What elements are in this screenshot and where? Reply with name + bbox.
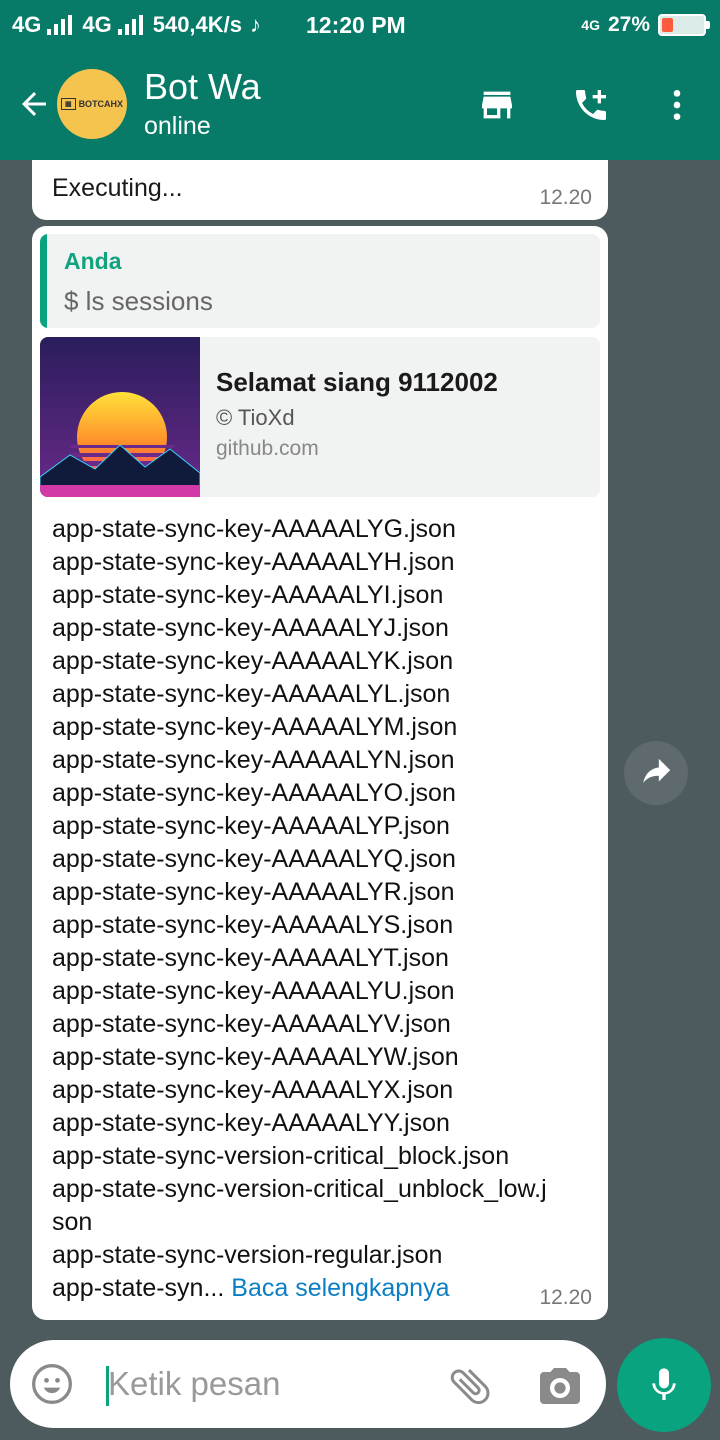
signal-icon — [47, 15, 73, 35]
message-line: app-state-sync-key-AAAAALYH.json — [52, 548, 455, 576]
mic-icon[interactable] — [617, 1338, 711, 1432]
message-line: app-state-sync-key-AAAAALYJ.json — [52, 614, 449, 642]
store-icon[interactable] — [472, 80, 522, 130]
message-line: app-state-sync-key-AAAAALYR.json — [52, 878, 455, 906]
quote-author: Anda — [64, 248, 122, 274]
message-bubble[interactable]: Executing... 12.20 — [32, 160, 608, 220]
battery-percent: 27% — [607, 13, 650, 36]
message-line: app-state-sync-version-critical_block.js… — [52, 1142, 510, 1170]
message-line: app-state-sync-key-AAAAALYW.json — [52, 1043, 459, 1071]
preview-description: © TioXd — [216, 405, 295, 430]
emoji-icon[interactable] — [30, 1362, 74, 1406]
battery-icon — [658, 14, 710, 36]
attach-icon[interactable] — [446, 1362, 494, 1410]
message-line: app-state-sync-key-AAAAALYO.json — [52, 779, 456, 807]
read-more-link[interactable]: Baca selengkapnya — [231, 1274, 449, 1302]
message-time: 12.20 — [539, 186, 592, 209]
battery-fill — [662, 18, 673, 32]
link-preview[interactable]: Selamat siang 9112002 © TioXd github.com — [40, 337, 600, 497]
message-text: app-state-sync-key-AAAAALYG.json app-stat… — [52, 513, 592, 1305]
network-label-1: 4G — [12, 12, 42, 37]
contact-name[interactable]: Bot Wa — [144, 66, 261, 108]
message-line: app-state-sync-key-AAAAALYI.json — [52, 581, 444, 609]
message-line: app-state-sync-key-AAAAALYS.json — [52, 911, 454, 939]
message-line: app-state-sync-version-regular.json — [52, 1241, 443, 1269]
chat-header: ▦ BOTCAHX Bot Wa online — [0, 50, 720, 160]
message-line: app-state-sync-key-AAAAALYN.json — [52, 746, 455, 774]
truncated-text: app-state-syn... — [52, 1274, 225, 1302]
quoted-message[interactable]: Anda $ ls sessions — [40, 234, 600, 328]
back-arrow-icon[interactable] — [12, 82, 56, 126]
add-call-icon[interactable] — [566, 80, 616, 130]
forward-icon[interactable] — [624, 741, 688, 805]
message-bubble[interactable]: Anda $ ls sessions Selamat siang 9112002… — [32, 226, 608, 1320]
message-line-last: app-state-syn... Baca selengkapnya — [52, 1272, 592, 1305]
message-line: app-state-sync-key-AAAAALYT.json — [52, 944, 449, 972]
preview-domain: github.com — [216, 437, 319, 460]
avatar-logo-icon: ▦ — [60, 98, 76, 110]
message-time: 12.20 — [539, 1286, 592, 1309]
avatar[interactable]: ▦ BOTCAHX — [57, 69, 127, 139]
message-line: app-state-sync-key-AAAAALYU.json — [52, 977, 455, 1005]
contact-status: online — [144, 112, 211, 140]
tiktok-icon: ♪ — [250, 12, 262, 37]
status-right: 4G 27% — [581, 0, 710, 50]
network-speed: 540,4K/s — [152, 12, 243, 37]
message-line: app-state-sync-key-AAAAALYQ.json — [52, 845, 456, 873]
message-line: app-state-sync-key-AAAAALYV.json — [52, 1010, 451, 1038]
message-input[interactable] — [108, 1358, 428, 1410]
message-line: app-state-sync-key-AAAAALYK.json — [52, 647, 454, 675]
message-line: app-state-sync-version-critical_unblock_… — [52, 1175, 547, 1203]
preview-thumbnail — [40, 337, 200, 497]
message-line: app-state-sync-key-AAAAALYP.json — [52, 812, 450, 840]
message-line: app-state-sync-key-AAAAALYX.json — [52, 1076, 454, 1104]
message-line: app-state-sync-key-AAAAALYL.json — [52, 680, 451, 708]
message-line: app-state-sync-key-AAAAALYY.json — [52, 1109, 450, 1137]
message-composer — [10, 1340, 606, 1428]
avatar-text: BOTCAHX — [78, 99, 124, 109]
preview-title: Selamat siang 9112002 — [216, 367, 498, 397]
status-bar: 4G 4G 540,4K/s ♪ 12:20 PM 4G 27% — [0, 0, 720, 50]
clock: 12:20 PM — [306, 12, 406, 38]
message-line: son — [52, 1208, 93, 1236]
quote-bar — [40, 234, 47, 328]
status-left: 4G 4G 540,4K/s ♪ — [12, 0, 261, 50]
message-line: app-state-sync-key-AAAAALYM.json — [52, 713, 458, 741]
message-line: app-state-sync-key-AAAAALYG.json — [52, 515, 456, 543]
network-label-right: 4G — [581, 17, 600, 33]
message-text: Executing... — [52, 174, 183, 202]
quote-text: $ ls sessions — [64, 286, 213, 316]
signal-icon — [117, 15, 143, 35]
network-label-2: 4G — [82, 12, 112, 37]
more-vert-icon[interactable] — [652, 80, 702, 130]
camera-icon[interactable] — [536, 1362, 584, 1410]
